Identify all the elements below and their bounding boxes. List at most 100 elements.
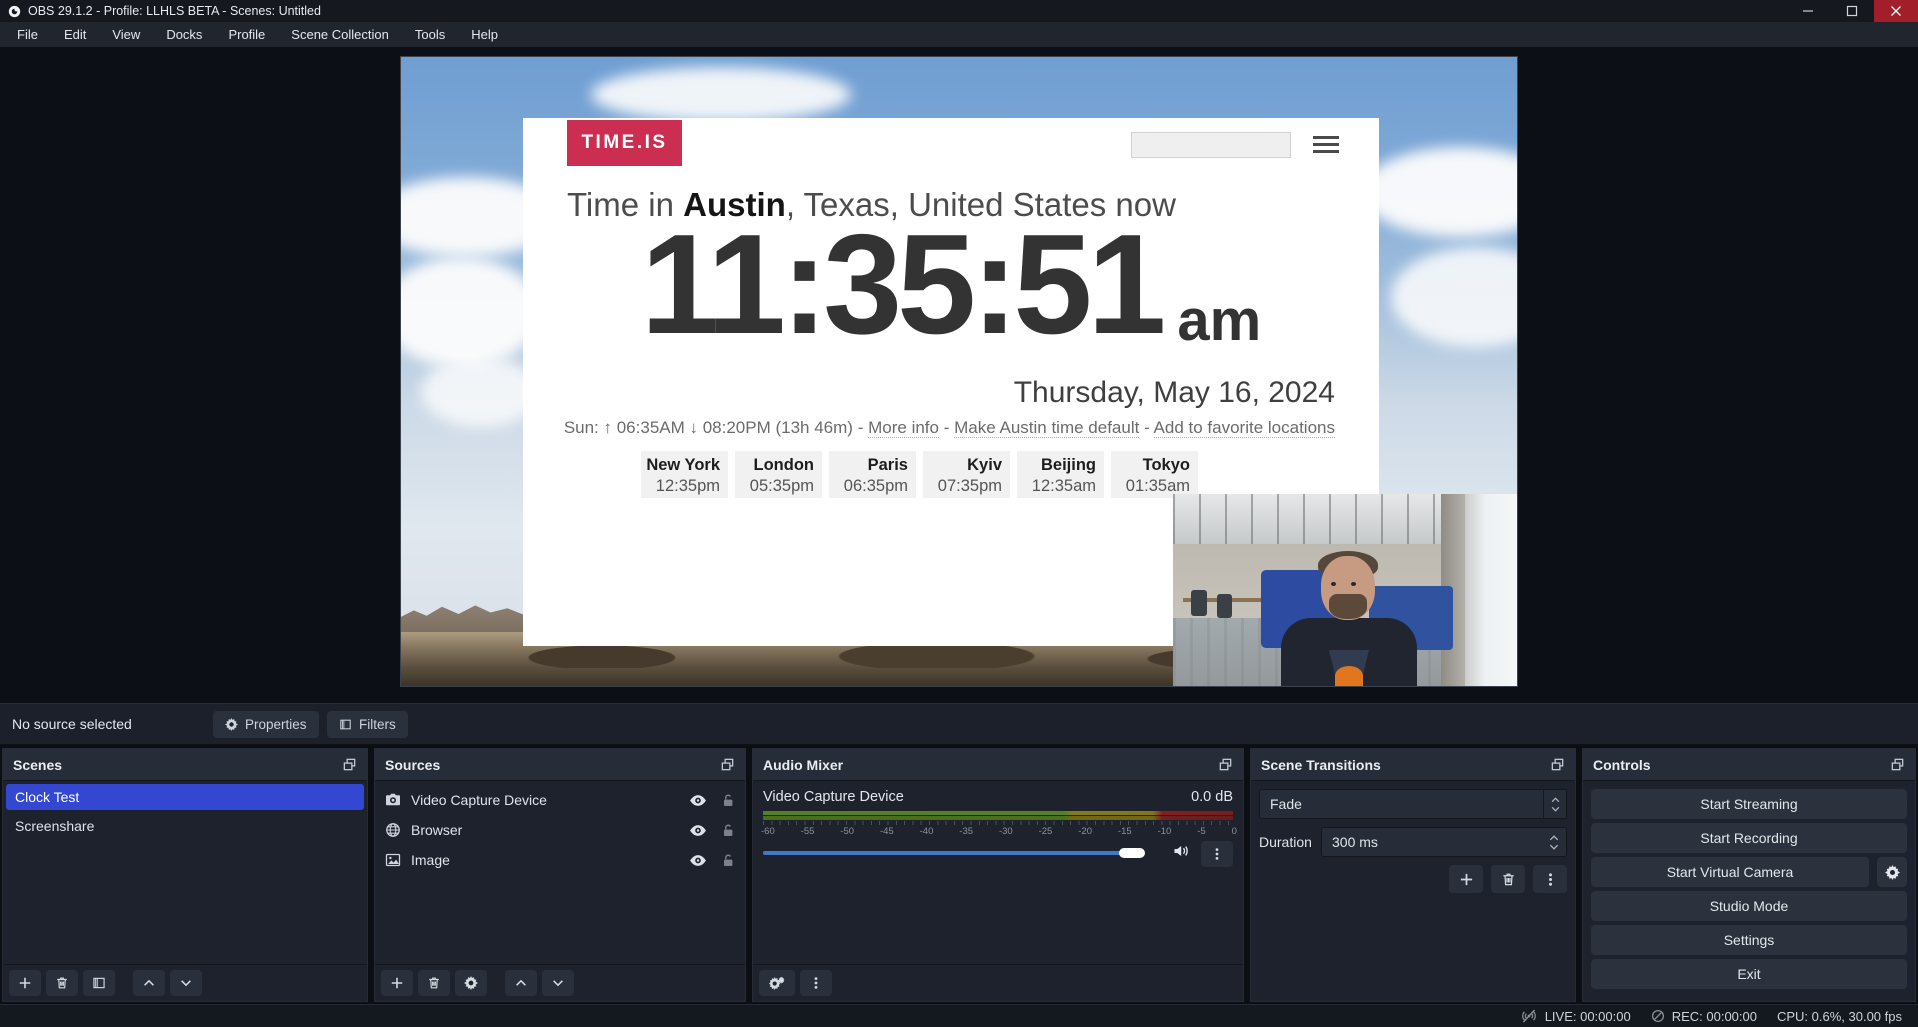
visibility-eye-icon[interactable] (689, 824, 707, 837)
scenes-dock-header: Scenes (3, 749, 367, 781)
city-kyiv: Kyiv07:35pm (923, 451, 1010, 498)
timeis-sun-line: Sun: ↑ 06:35AM ↓ 08:20PM (13h 46m) - Mor… (564, 418, 1335, 438)
audio-mixer-dock: Audio Mixer Video Capture Device 0.0 dB … (752, 748, 1244, 1002)
menu-tools[interactable]: Tools (402, 22, 458, 47)
menu-docks[interactable]: Docks (153, 22, 215, 47)
maximize-button[interactable] (1830, 0, 1874, 22)
cloud (1391, 247, 1518, 347)
remove-transition-button[interactable] (1491, 865, 1525, 893)
mixer-channel-menu-button[interactable] (1201, 841, 1233, 867)
obs-logo-icon (8, 5, 21, 18)
menu-view[interactable]: View (99, 22, 153, 47)
menu-file[interactable]: File (4, 22, 51, 47)
controls-header: Controls (1583, 749, 1915, 781)
start-recording-button[interactable]: Start Recording (1591, 823, 1907, 853)
properties-button[interactable]: Properties (213, 711, 319, 738)
source-row-browser[interactable]: Browser (375, 815, 745, 845)
timeis-search-input (1131, 132, 1291, 158)
city-paris: Paris06:35pm (829, 451, 916, 498)
webcam-video-source (1173, 494, 1517, 686)
image-icon (385, 852, 401, 868)
source-row-video-capture[interactable]: Video Capture Device (375, 785, 745, 815)
hamburger-menu-icon (1313, 136, 1339, 157)
cloud (591, 67, 851, 122)
scenes-toolbar (3, 964, 367, 1001)
cpu-status: CPU: 0.6%, 30.00 fps (1777, 1009, 1902, 1024)
exit-button[interactable]: Exit (1591, 959, 1907, 989)
timeis-date: Thursday, May 16, 2024 (1014, 376, 1335, 410)
live-status: LIVE: 00:00:00 (1520, 1009, 1631, 1024)
more-info-link: More info (868, 418, 939, 438)
scene-filters-button[interactable] (83, 970, 115, 996)
duration-row: Duration 300 ms (1259, 827, 1567, 857)
transition-select[interactable]: Fade (1259, 789, 1567, 819)
move-scene-down-button[interactable] (170, 970, 202, 996)
popout-icon[interactable] (1890, 757, 1905, 772)
transitions-buttons (1449, 865, 1567, 893)
virtual-camera-settings-button[interactable] (1877, 857, 1907, 887)
advanced-audio-button[interactable] (759, 970, 795, 996)
move-source-up-button[interactable] (505, 970, 537, 996)
camera-icon (385, 792, 401, 808)
combo-arrows-icon[interactable] (1543, 790, 1566, 818)
start-streaming-button[interactable]: Start Streaming (1591, 789, 1907, 819)
transition-properties-button[interactable] (1533, 865, 1567, 893)
sources-toolbar (375, 964, 745, 1001)
window-controls (1786, 0, 1918, 22)
duration-spinbox[interactable]: 300 ms (1321, 827, 1567, 857)
window-title: OBS 29.1.2 - Profile: LLHLS BETA - Scene… (28, 4, 321, 18)
settings-button[interactable]: Settings (1591, 925, 1907, 955)
source-row-image[interactable]: Image (375, 845, 745, 875)
no-source-selected-label: No source selected (12, 716, 132, 732)
lock-icon[interactable] (721, 823, 735, 837)
make-default-link: Make Austin time default (954, 418, 1139, 438)
scene-transitions-dock: Scene Transitions Fade Duration 300 ms (1250, 748, 1576, 1002)
lock-icon[interactable] (721, 853, 735, 867)
globe-icon (385, 822, 401, 838)
person-shirt-logo (1335, 666, 1363, 686)
remove-scene-button[interactable] (46, 970, 78, 996)
clock-meridiem: am (1177, 292, 1261, 350)
mixer-menu-button[interactable] (800, 970, 832, 996)
close-button[interactable] (1874, 0, 1918, 22)
source-context-bar: No source selected Properties Filters (0, 703, 1918, 745)
popout-icon[interactable] (342, 757, 357, 772)
menu-profile[interactable]: Profile (215, 22, 278, 47)
volume-meter (763, 811, 1233, 815)
add-source-button[interactable] (381, 970, 413, 996)
webcam-person (1281, 554, 1417, 686)
move-source-down-button[interactable] (542, 970, 574, 996)
visibility-eye-icon[interactable] (689, 854, 707, 867)
person-eye (1331, 582, 1336, 586)
lock-icon[interactable] (721, 793, 735, 807)
popout-icon[interactable] (1218, 757, 1233, 772)
spinbox-arrows-icon[interactable] (1549, 828, 1559, 856)
start-virtual-camera-button[interactable]: Start Virtual Camera (1591, 857, 1869, 887)
video-canvas[interactable]: TIME.IS Time in Austin, Texas, United St… (400, 56, 1518, 687)
menu-scene-collection[interactable]: Scene Collection (278, 22, 402, 47)
sun-times: Sun: ↑ 06:35AM ↓ 08:20PM (13h 46m) (564, 418, 853, 437)
visibility-eye-icon[interactable] (689, 794, 707, 807)
add-scene-button[interactable] (9, 970, 41, 996)
preview-area: TIME.IS Time in Austin, Texas, United St… (0, 47, 1918, 703)
timeis-logo: TIME.IS (567, 120, 682, 166)
scene-item-clock-test[interactable]: Clock Test (6, 784, 364, 810)
menu-edit[interactable]: Edit (51, 22, 99, 47)
remove-source-button[interactable] (418, 970, 450, 996)
add-transition-button[interactable] (1449, 865, 1483, 893)
source-properties-button[interactable] (455, 970, 487, 996)
studio-mode-button[interactable]: Studio Mode (1591, 891, 1907, 921)
minimize-button[interactable] (1786, 0, 1830, 22)
popout-icon[interactable] (1550, 757, 1565, 772)
volume-slider[interactable] (763, 851, 1141, 855)
menu-help[interactable]: Help (458, 22, 511, 47)
filters-button[interactable]: Filters (327, 711, 408, 738)
city-tokyo: Tokyo01:35am (1111, 451, 1198, 498)
move-scene-up-button[interactable] (133, 970, 165, 996)
person-beard (1329, 594, 1367, 619)
scene-item-screenshare[interactable]: Screenshare (6, 813, 364, 839)
webcam-window (1459, 494, 1517, 686)
speaker-icon[interactable] (1173, 844, 1189, 858)
volume-slider-handle[interactable] (1119, 848, 1145, 858)
popout-icon[interactable] (720, 757, 735, 772)
